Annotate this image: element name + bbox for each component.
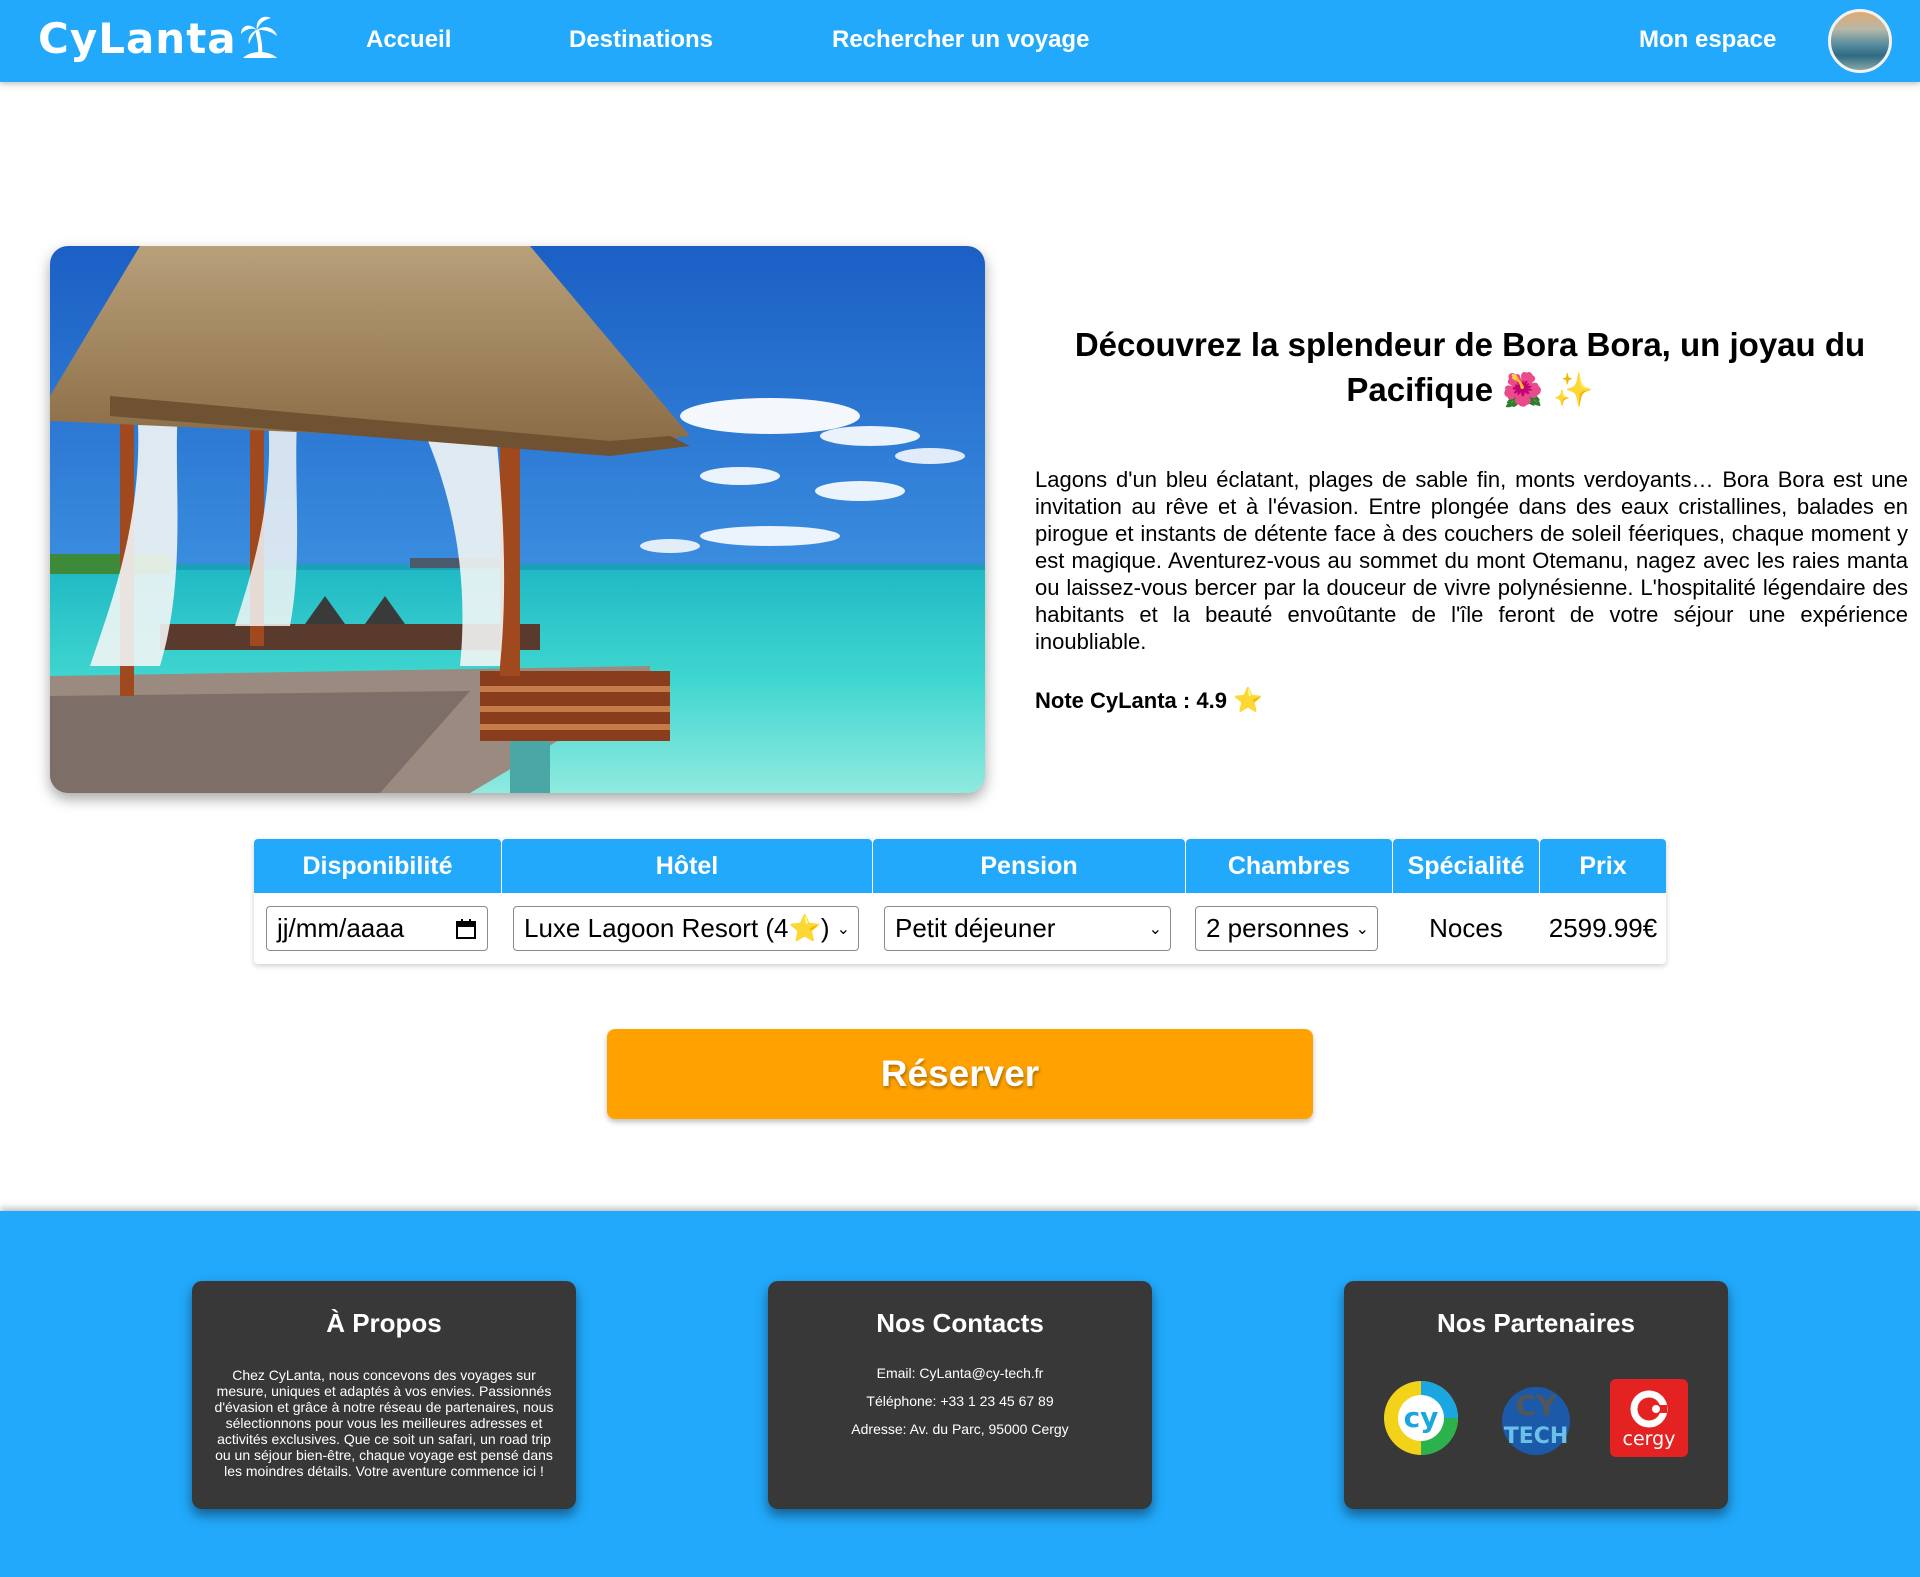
nav-rechercher[interactable]: Rechercher un voyage: [832, 26, 1089, 54]
specialty-value: Noces: [1429, 913, 1503, 943]
svg-text:TECH: TECH: [1504, 1424, 1569, 1449]
navbar: CyLanta Accueil Destinations Rechercher …: [0, 0, 1920, 82]
header-disponibilite: Disponibilité: [254, 839, 501, 893]
rating: Note CyLanta : 4.9 ⭐: [1035, 686, 1263, 715]
header-specialite: Spécialité: [1393, 839, 1539, 893]
contact-address: Adresse: Av. du Parc, 95000 Cergy: [851, 1421, 1069, 1437]
logo[interactable]: CyLanta: [38, 14, 279, 63]
reserve-button[interactable]: Réserver: [607, 1029, 1313, 1119]
calendar-icon[interactable]: [455, 918, 477, 940]
date-input[interactable]: jj/mm/aaaa: [266, 906, 488, 951]
chevron-down-icon: ⌄: [1148, 921, 1162, 938]
price-value: 2599.99€: [1548, 913, 1658, 943]
pension-select[interactable]: Petit déjeuner ⌄: [884, 906, 1171, 951]
nav-accueil[interactable]: Accueil: [366, 26, 451, 54]
palm-island-icon: [240, 16, 277, 58]
booking-table: Disponibilité Hôtel Pension Chambres Spé…: [254, 839, 1666, 964]
star-icon: ⭐: [1233, 687, 1263, 714]
contacts-title: Nos Contacts: [876, 1308, 1044, 1338]
header-pension: Pension: [873, 839, 1185, 893]
header-prix: Prix: [1540, 839, 1666, 893]
chevron-down-icon: ⌄: [836, 921, 850, 938]
header-hotel: Hôtel: [502, 839, 872, 893]
rooms-value: 2 personnes: [1206, 913, 1350, 943]
partner-cergy-logo[interactable]: cergy: [1610, 1379, 1688, 1457]
date-placeholder: jj/mm/aaaa: [277, 913, 405, 943]
header-chambres: Chambres: [1186, 839, 1392, 893]
about-text: Chez CyLanta, nous concevons des voyages…: [214, 1367, 554, 1479]
partner-cy-logo[interactable]: cy: [1382, 1379, 1460, 1457]
hero-description: Lagons d'un bleu éclatant, plages de sab…: [1035, 467, 1908, 654]
avatar[interactable]: [1828, 9, 1892, 73]
svg-text:cergy: cergy: [1623, 1428, 1676, 1450]
partners-title: Nos Partenaires: [1437, 1308, 1635, 1338]
contact-email: Email: CyLanta@cy-tech.fr: [876, 1365, 1044, 1381]
contacts-card: Nos Contacts Email: CyLanta@cy-tech.fr T…: [768, 1281, 1152, 1509]
svg-text:cy: cy: [1404, 1401, 1439, 1434]
rooms-select[interactable]: 2 personnes ⌄: [1195, 906, 1378, 951]
hotel-value: Luxe Lagoon Resort (4⭐): [524, 913, 830, 943]
logo-text: CyLanta: [38, 14, 237, 63]
hero-title: Découvrez la splendeur de Bora Bora, un …: [1074, 326, 1866, 408]
nav-destinations[interactable]: Destinations: [569, 26, 713, 54]
hotel-select[interactable]: Luxe Lagoon Resort (4⭐) ⌄: [513, 906, 859, 951]
svg-text:CY: CY: [1516, 1389, 1558, 1422]
hero-image: [50, 246, 985, 793]
about-title: À Propos: [326, 1308, 442, 1338]
partners-logos: cy CY TECH cergy: [1344, 1379, 1728, 1459]
partners-card: Nos Partenaires cy CY TECH cergy: [1344, 1281, 1728, 1509]
chevron-down-icon: ⌄: [1355, 921, 1369, 938]
contact-phone: Téléphone: +33 1 23 45 67 89: [866, 1393, 1054, 1409]
partner-cytech-logo[interactable]: CY TECH: [1497, 1379, 1575, 1457]
pension-value: Petit déjeuner: [895, 913, 1056, 943]
nav-mon-espace[interactable]: Mon espace: [1639, 26, 1776, 54]
rating-label: Note CyLanta : 4.9: [1035, 688, 1227, 713]
footer: À Propos Chez CyLanta, nous concevons de…: [0, 1211, 1920, 1577]
about-card: À Propos Chez CyLanta, nous concevons de…: [192, 1281, 576, 1509]
